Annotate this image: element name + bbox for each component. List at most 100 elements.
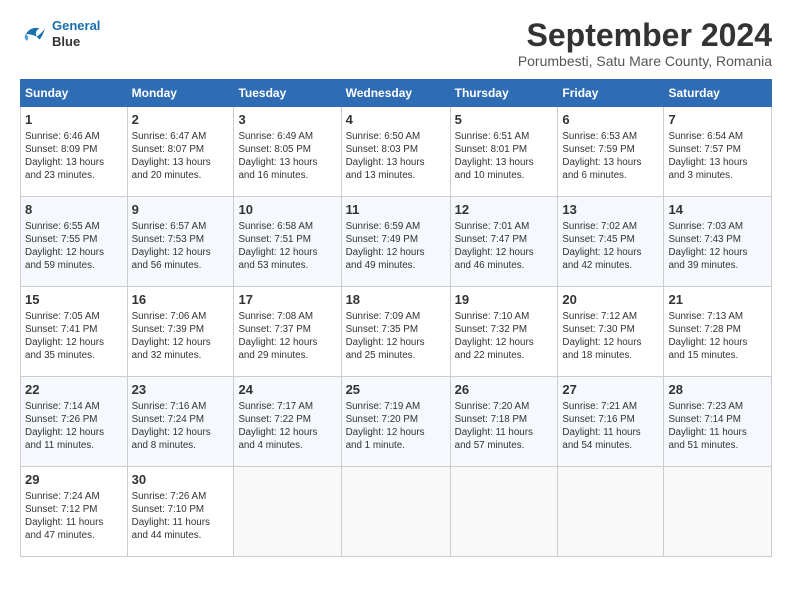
day-number: 15 [25, 291, 123, 309]
calendar-cell: 20Sunrise: 7:12 AM Sunset: 7:30 PM Dayli… [558, 287, 664, 377]
day-info: Sunrise: 7:26 AM Sunset: 7:10 PM Dayligh… [132, 490, 230, 543]
calendar-cell: 9Sunrise: 6:57 AM Sunset: 7:53 PM Daylig… [127, 197, 234, 287]
day-info: Sunrise: 6:53 AM Sunset: 7:59 PM Dayligh… [562, 130, 659, 183]
calendar-cell: 22Sunrise: 7:14 AM Sunset: 7:26 PM Dayli… [21, 377, 128, 467]
day-number: 3 [238, 111, 336, 129]
day-info: Sunrise: 7:05 AM Sunset: 7:41 PM Dayligh… [25, 310, 123, 363]
day-number: 19 [455, 291, 554, 309]
calendar-table: SundayMondayTuesdayWednesdayThursdayFrid… [20, 79, 772, 557]
day-number: 7 [668, 111, 767, 129]
calendar-week-row-4: 22Sunrise: 7:14 AM Sunset: 7:26 PM Dayli… [21, 377, 772, 467]
calendar-cell: 3Sunrise: 6:49 AM Sunset: 8:05 PM Daylig… [234, 107, 341, 197]
calendar-week-row-2: 8Sunrise: 6:55 AM Sunset: 7:55 PM Daylig… [21, 197, 772, 287]
calendar-cell: 8Sunrise: 6:55 AM Sunset: 7:55 PM Daylig… [21, 197, 128, 287]
title-block: September 2024 Porumbesti, Satu Mare Cou… [518, 18, 772, 69]
calendar-cell: 10Sunrise: 6:58 AM Sunset: 7:51 PM Dayli… [234, 197, 341, 287]
day-info: Sunrise: 7:06 AM Sunset: 7:39 PM Dayligh… [132, 310, 230, 363]
day-number: 20 [562, 291, 659, 309]
calendar-cell: 19Sunrise: 7:10 AM Sunset: 7:32 PM Dayli… [450, 287, 558, 377]
day-number: 9 [132, 201, 230, 219]
day-number: 2 [132, 111, 230, 129]
day-number: 26 [455, 381, 554, 399]
calendar-week-row-1: 1Sunrise: 6:46 AM Sunset: 8:09 PM Daylig… [21, 107, 772, 197]
calendar-cell: 14Sunrise: 7:03 AM Sunset: 7:43 PM Dayli… [664, 197, 772, 287]
calendar-cell: 15Sunrise: 7:05 AM Sunset: 7:41 PM Dayli… [21, 287, 128, 377]
calendar-cell [664, 467, 772, 557]
month-title: September 2024 [518, 18, 772, 53]
day-number: 21 [668, 291, 767, 309]
calendar-cell: 5Sunrise: 6:51 AM Sunset: 8:01 PM Daylig… [450, 107, 558, 197]
day-info: Sunrise: 6:51 AM Sunset: 8:01 PM Dayligh… [455, 130, 554, 183]
day-number: 12 [455, 201, 554, 219]
day-number: 30 [132, 471, 230, 489]
day-number: 13 [562, 201, 659, 219]
calendar-cell: 27Sunrise: 7:21 AM Sunset: 7:16 PM Dayli… [558, 377, 664, 467]
calendar-cell [558, 467, 664, 557]
weekday-header-friday: Friday [558, 80, 664, 107]
day-info: Sunrise: 7:23 AM Sunset: 7:14 PM Dayligh… [668, 400, 767, 453]
calendar-cell: 16Sunrise: 7:06 AM Sunset: 7:39 PM Dayli… [127, 287, 234, 377]
calendar-cell [234, 467, 341, 557]
day-info: Sunrise: 7:16 AM Sunset: 7:24 PM Dayligh… [132, 400, 230, 453]
calendar-cell: 28Sunrise: 7:23 AM Sunset: 7:14 PM Dayli… [664, 377, 772, 467]
weekday-header-thursday: Thursday [450, 80, 558, 107]
day-number: 25 [346, 381, 446, 399]
calendar-cell: 13Sunrise: 7:02 AM Sunset: 7:45 PM Dayli… [558, 197, 664, 287]
day-info: Sunrise: 7:09 AM Sunset: 7:35 PM Dayligh… [346, 310, 446, 363]
header: General Blue September 2024 Porumbesti, … [20, 18, 772, 69]
calendar-week-row-5: 29Sunrise: 7:24 AM Sunset: 7:12 PM Dayli… [21, 467, 772, 557]
day-number: 28 [668, 381, 767, 399]
day-number: 11 [346, 201, 446, 219]
day-info: Sunrise: 7:10 AM Sunset: 7:32 PM Dayligh… [455, 310, 554, 363]
day-number: 5 [455, 111, 554, 129]
calendar-cell: 26Sunrise: 7:20 AM Sunset: 7:18 PM Dayli… [450, 377, 558, 467]
day-info: Sunrise: 7:02 AM Sunset: 7:45 PM Dayligh… [562, 220, 659, 273]
day-info: Sunrise: 6:50 AM Sunset: 8:03 PM Dayligh… [346, 130, 446, 183]
calendar-cell: 6Sunrise: 6:53 AM Sunset: 7:59 PM Daylig… [558, 107, 664, 197]
day-number: 23 [132, 381, 230, 399]
calendar-cell [450, 467, 558, 557]
logo-text: General Blue [52, 18, 100, 49]
calendar-cell: 12Sunrise: 7:01 AM Sunset: 7:47 PM Dayli… [450, 197, 558, 287]
day-info: Sunrise: 7:17 AM Sunset: 7:22 PM Dayligh… [238, 400, 336, 453]
day-info: Sunrise: 6:54 AM Sunset: 7:57 PM Dayligh… [668, 130, 767, 183]
day-info: Sunrise: 7:12 AM Sunset: 7:30 PM Dayligh… [562, 310, 659, 363]
day-number: 24 [238, 381, 336, 399]
calendar-cell: 18Sunrise: 7:09 AM Sunset: 7:35 PM Dayli… [341, 287, 450, 377]
calendar-cell: 23Sunrise: 7:16 AM Sunset: 7:24 PM Dayli… [127, 377, 234, 467]
calendar-cell: 29Sunrise: 7:24 AM Sunset: 7:12 PM Dayli… [21, 467, 128, 557]
day-info: Sunrise: 7:24 AM Sunset: 7:12 PM Dayligh… [25, 490, 123, 543]
location: Porumbesti, Satu Mare County, Romania [518, 53, 772, 69]
day-number: 4 [346, 111, 446, 129]
weekday-header-wednesday: Wednesday [341, 80, 450, 107]
day-number: 22 [25, 381, 123, 399]
calendar-cell: 30Sunrise: 7:26 AM Sunset: 7:10 PM Dayli… [127, 467, 234, 557]
calendar-cell: 11Sunrise: 6:59 AM Sunset: 7:49 PM Dayli… [341, 197, 450, 287]
day-info: Sunrise: 6:47 AM Sunset: 8:07 PM Dayligh… [132, 130, 230, 183]
logo-icon [20, 23, 48, 45]
calendar-cell: 1Sunrise: 6:46 AM Sunset: 8:09 PM Daylig… [21, 107, 128, 197]
logo: General Blue [20, 18, 100, 49]
weekday-header-monday: Monday [127, 80, 234, 107]
weekday-header-saturday: Saturday [664, 80, 772, 107]
weekday-header-tuesday: Tuesday [234, 80, 341, 107]
calendar-cell: 17Sunrise: 7:08 AM Sunset: 7:37 PM Dayli… [234, 287, 341, 377]
day-info: Sunrise: 7:01 AM Sunset: 7:47 PM Dayligh… [455, 220, 554, 273]
day-number: 6 [562, 111, 659, 129]
calendar-cell [341, 467, 450, 557]
calendar-cell: 25Sunrise: 7:19 AM Sunset: 7:20 PM Dayli… [341, 377, 450, 467]
weekday-header-row: SundayMondayTuesdayWednesdayThursdayFrid… [21, 80, 772, 107]
day-number: 1 [25, 111, 123, 129]
day-info: Sunrise: 7:08 AM Sunset: 7:37 PM Dayligh… [238, 310, 336, 363]
day-info: Sunrise: 6:59 AM Sunset: 7:49 PM Dayligh… [346, 220, 446, 273]
weekday-header-sunday: Sunday [21, 80, 128, 107]
calendar-cell: 4Sunrise: 6:50 AM Sunset: 8:03 PM Daylig… [341, 107, 450, 197]
day-number: 18 [346, 291, 446, 309]
day-info: Sunrise: 7:19 AM Sunset: 7:20 PM Dayligh… [346, 400, 446, 453]
day-info: Sunrise: 6:55 AM Sunset: 7:55 PM Dayligh… [25, 220, 123, 273]
day-number: 14 [668, 201, 767, 219]
day-info: Sunrise: 7:13 AM Sunset: 7:28 PM Dayligh… [668, 310, 767, 363]
day-info: Sunrise: 7:21 AM Sunset: 7:16 PM Dayligh… [562, 400, 659, 453]
calendar-week-row-3: 15Sunrise: 7:05 AM Sunset: 7:41 PM Dayli… [21, 287, 772, 377]
calendar-cell: 2Sunrise: 6:47 AM Sunset: 8:07 PM Daylig… [127, 107, 234, 197]
